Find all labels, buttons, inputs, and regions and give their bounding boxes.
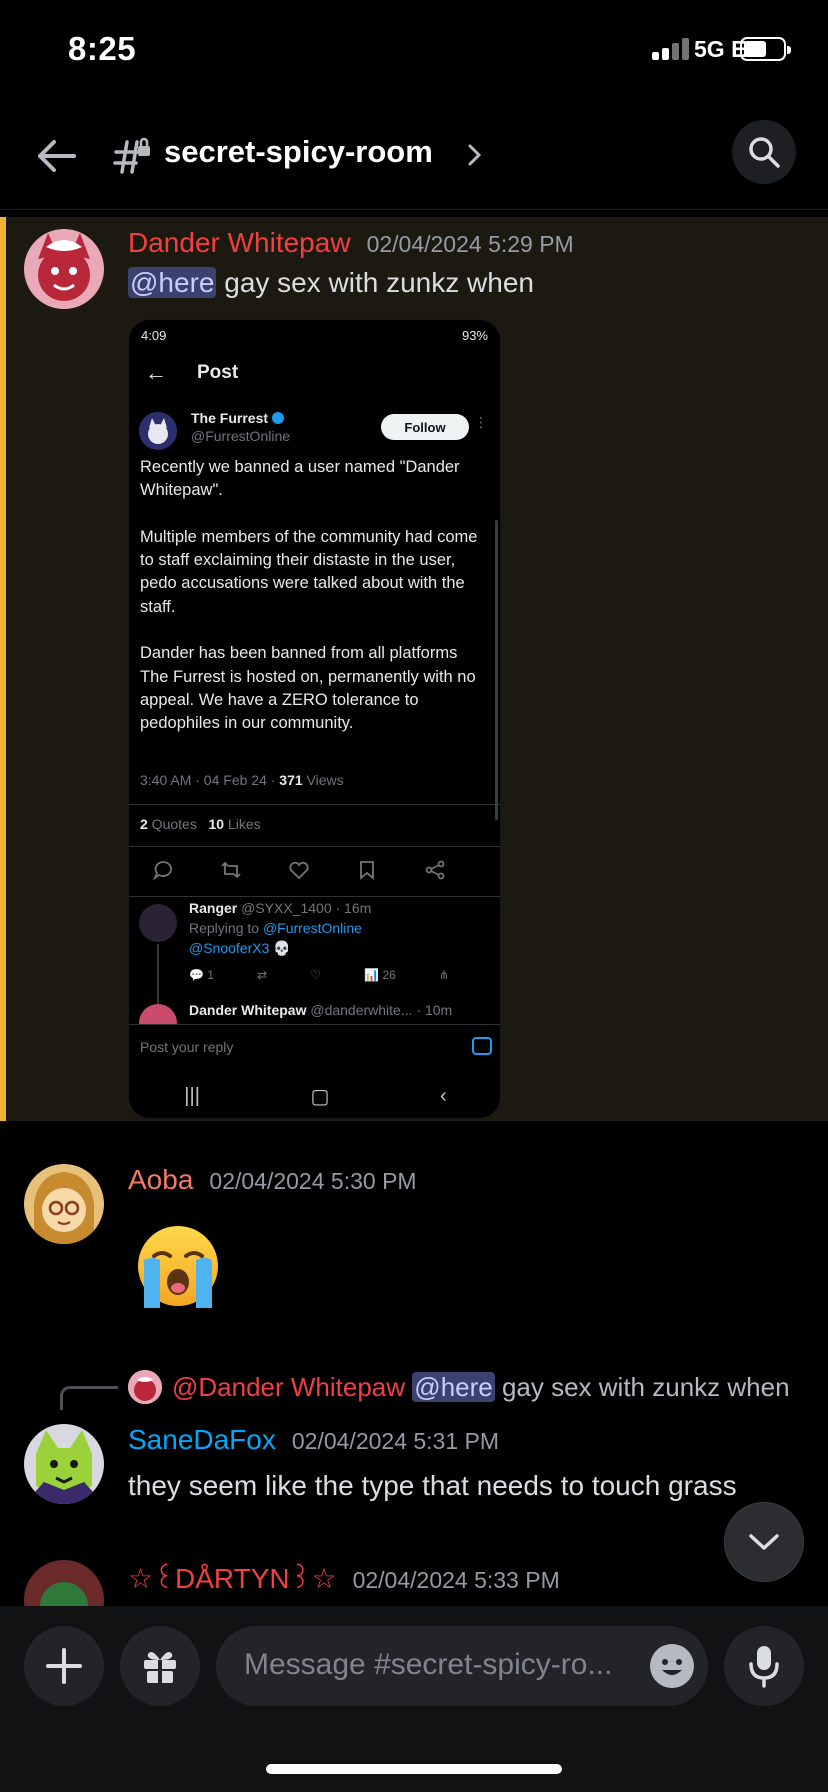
author-name[interactable]: Aoba — [128, 1164, 193, 1196]
embed-replying-to: Replying to @FurrestOnline — [189, 920, 362, 936]
reply-connector — [60, 1386, 118, 1410]
emoji-picker-icon[interactable] — [650, 1644, 694, 1688]
timestamp: 02/04/2024 5:29 PM — [366, 231, 574, 257]
timestamp: 02/04/2024 5:30 PM — [209, 1168, 417, 1194]
repost-icon — [221, 861, 241, 879]
voice-message-button[interactable] — [724, 1626, 804, 1706]
message-header: Aoba 02/04/2024 5:30 PM — [128, 1164, 417, 1196]
author-name[interactable]: Dander Whitepaw — [128, 227, 351, 259]
embed-more-icon: ⋮ — [474, 414, 488, 430]
message-placeholder: Message #secret-spicy-ro... — [244, 1648, 613, 1681]
message-item[interactable]: SaneDaFox 02/04/2024 5:31 PM they seem l… — [0, 1420, 828, 1510]
embed-reply2-author: Dander Whitepaw @danderwhite... · 10m — [189, 1002, 453, 1018]
locked-channel-icon — [113, 137, 150, 174]
jump-to-bottom-button[interactable] — [724, 1502, 804, 1582]
embed-post-actions — [129, 850, 469, 890]
channel-name[interactable]: secret-spicy-room — [164, 134, 433, 170]
loudly-crying-face-icon — [138, 1226, 218, 1308]
embed-reply-avatar — [139, 904, 177, 942]
message-text: @here gay sex with zunkz when — [128, 267, 534, 299]
message-item[interactable]: Aoba 02/04/2024 5:30 PM — [0, 1160, 828, 1320]
plus-icon — [46, 1648, 82, 1684]
embed-reply-text: @SnooferX3 💀 — [189, 940, 291, 956]
bookmark-icon — [360, 861, 374, 880]
image-attachment[interactable]: 4:09 93% ← Post The Furrest @FurrestOnli… — [128, 319, 501, 1119]
reply-icon — [152, 861, 172, 881]
heart-icon — [289, 861, 309, 880]
avatar[interactable] — [24, 1424, 104, 1504]
network-label: 5G E — [694, 36, 747, 62]
embed-android-nav: ||| ▢ ‹ — [184, 1084, 447, 1108]
attach-button[interactable] — [24, 1626, 104, 1706]
message-header: SaneDaFox 02/04/2024 5:31 PM — [128, 1424, 499, 1456]
embed-compose: Post your reply — [129, 1024, 500, 1072]
embed-battery: 93% — [461, 328, 488, 343]
message-body: they seem like the type that needs to to… — [128, 1470, 737, 1501]
avatar[interactable] — [24, 1560, 104, 1606]
status-bar: 8:25 5G E — [0, 0, 828, 100]
share-icon — [425, 860, 445, 880]
chevron-down-icon — [749, 1534, 779, 1550]
embed-reply-author: Ranger @SYXX_1400 · 16m — [189, 900, 372, 916]
embed-back-icon: ← — [145, 360, 167, 385]
embed-follow-button: Follow — [381, 414, 469, 440]
avatar[interactable] — [24, 229, 104, 309]
author-name[interactable]: ☆꒰DÅRTYN꒱☆ — [128, 1558, 337, 1595]
mention-tag[interactable]: @here — [128, 267, 217, 298]
camera-icon — [472, 1037, 492, 1055]
channel-header: secret-spicy-room — [0, 100, 828, 210]
embed-title: Post — [197, 362, 239, 383]
embed-account-avatar — [139, 412, 177, 450]
embed-status-time: 4:09 — [141, 328, 167, 343]
timestamp: 02/04/2024 5:31 PM — [291, 1428, 500, 1454]
embed-account-handle: @FurrestOnline — [191, 428, 291, 444]
back-button[interactable] — [30, 130, 82, 182]
home-indicator[interactable] — [266, 1764, 562, 1774]
reply-reference[interactable]: @Dander Whitepaw @here gay sex with zunk… — [60, 1370, 828, 1410]
reply-avatar — [128, 1370, 162, 1404]
microphone-icon — [749, 1646, 779, 1688]
message-header: Dander Whitepaw 02/04/2024 5:29 PM — [128, 227, 574, 259]
timestamp: 02/04/2024 5:33 PM — [352, 1567, 560, 1593]
message-header: ☆꒰DÅRTYN꒱☆ 02/04/2024 5:33 PM — [128, 1558, 560, 1595]
signal-icon — [652, 36, 692, 60]
embed-post-meta: 3:40 AM · 04 Feb 24 · 371 Views — [140, 772, 344, 788]
reply-preview: @Dander Whitepaw @here gay sex with zunk… — [172, 1372, 790, 1402]
embed-reply-actions: 💬 1 ⇄ ♡ 📊 26 ⋔ — [189, 968, 449, 982]
message-input[interactable]: Message #secret-spicy-ro... — [216, 1626, 708, 1706]
chevron-right-icon — [468, 144, 482, 166]
gift-icon — [144, 1652, 176, 1683]
search-icon — [749, 137, 780, 168]
author-name[interactable]: SaneDaFox — [128, 1424, 276, 1456]
embed-post-body: Recently we banned a user named "Dander … — [140, 458, 478, 733]
search-button[interactable] — [732, 120, 796, 184]
battery-icon — [740, 37, 791, 61]
gift-button[interactable] — [120, 1626, 200, 1706]
message-body: gay sex with zunkz when — [216, 267, 534, 298]
avatar[interactable] — [24, 1164, 104, 1244]
arrow-left-icon — [38, 140, 76, 172]
message-item[interactable]: Dander Whitepaw 02/04/2024 5:29 PM @here… — [0, 217, 828, 1121]
verified-icon — [272, 412, 285, 424]
status-time: 8:25 — [68, 30, 137, 67]
message-item[interactable]: ☆꒰DÅRTYN꒱☆ 02/04/2024 5:33 PM — [0, 1554, 828, 1606]
embed-post-stats: 2 Quotes 10 Likes — [140, 816, 261, 832]
embed-account-name: The Furrest — [191, 410, 285, 426]
